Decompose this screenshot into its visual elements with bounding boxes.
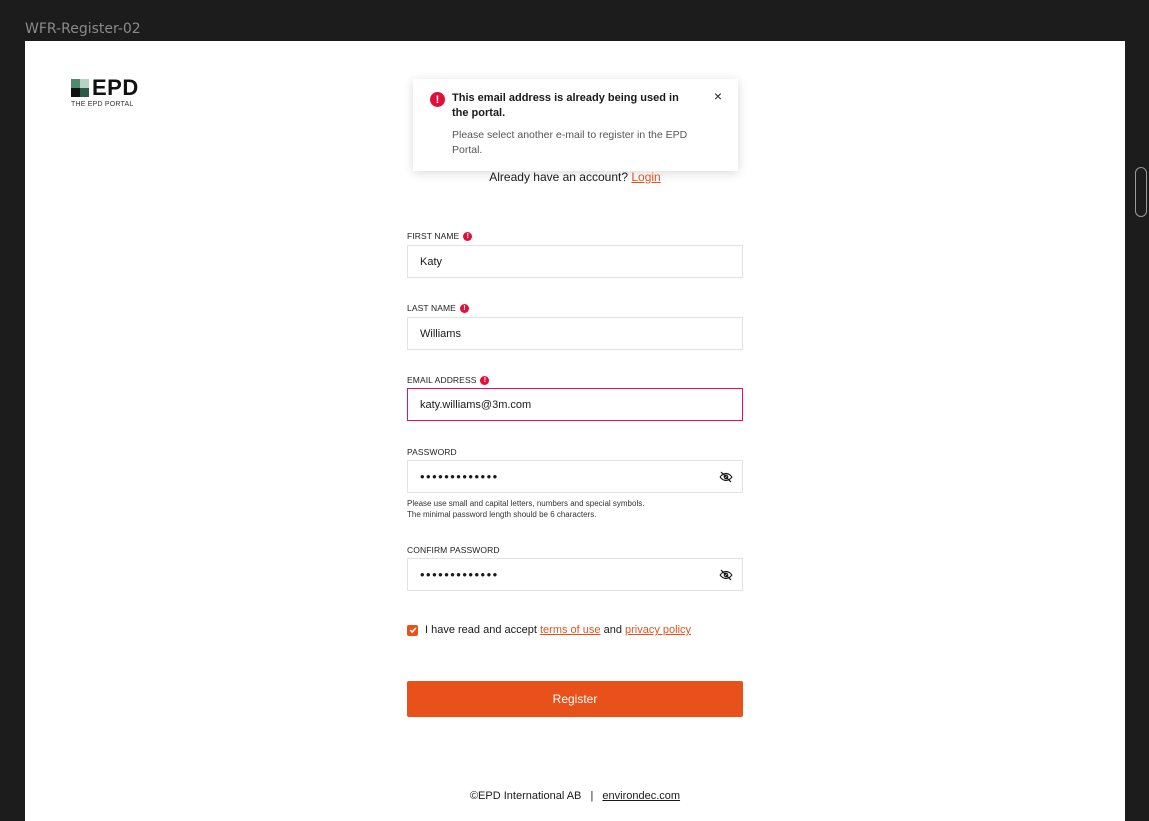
register-button[interactable]: Register: [407, 681, 743, 717]
confirm-password-input[interactable]: •••••••••••••: [407, 558, 743, 591]
eye-off-icon[interactable]: [719, 470, 733, 484]
site-link[interactable]: environdec.com: [602, 790, 680, 802]
required-icon: !: [459, 303, 469, 313]
required-icon: !: [463, 231, 473, 241]
confirm-password-label: CONFIRM PASSWORD: [407, 545, 500, 555]
email-label: EMAIL ADDRESS !: [407, 375, 490, 385]
terms-conjunction: and: [603, 624, 622, 636]
login-prompt: Already have an account? Login: [25, 170, 1125, 184]
last-name-label: LAST NAME !: [407, 303, 469, 313]
epd-logo[interactable]: EPD THE EPD PORTAL: [71, 75, 139, 108]
login-prompt-text: Already have an account?: [489, 170, 629, 184]
logo-text: EPD: [92, 75, 139, 100]
terms-of-use-link[interactable]: terms of use: [540, 624, 601, 636]
register-page: EPD THE EPD PORTAL ! This email address …: [25, 41, 1125, 821]
close-icon[interactable]: ×: [714, 89, 722, 103]
first-name-input[interactable]: Katy: [407, 245, 743, 278]
frame-label: WFR-Register-02: [25, 21, 141, 37]
password-hint: Please use small and capital letters, nu…: [407, 499, 645, 519]
scrollbar-thumb[interactable]: [1135, 167, 1147, 217]
footer: ©EPD International AB | environdec.com: [25, 790, 1125, 802]
terms-row: I have read and accept terms of use and …: [407, 624, 691, 636]
logo-mark-icon: [71, 79, 89, 97]
eye-off-icon[interactable]: [719, 568, 733, 582]
required-icon: !: [480, 375, 490, 385]
email-input[interactable]: katy.williams@3m.com: [407, 388, 743, 421]
exclamation-circle-icon: !: [430, 92, 445, 107]
password-input[interactable]: •••••••••••••: [407, 460, 743, 493]
copyright: ©EPD International AB: [469, 790, 582, 802]
error-toast: ! This email address is already being us…: [413, 79, 738, 171]
login-link[interactable]: Login: [631, 170, 660, 184]
check-icon: [409, 627, 416, 634]
password-label: PASSWORD: [407, 447, 457, 457]
last-name-input[interactable]: Williams: [407, 317, 743, 350]
footer-separator: |: [590, 790, 594, 802]
toast-title: This email address is already being used…: [452, 92, 679, 119]
terms-checkbox[interactable]: [407, 624, 418, 636]
privacy-policy-link[interactable]: privacy policy: [625, 624, 691, 636]
toast-message: Please select another e-mail to register…: [452, 129, 688, 156]
first-name-label: FIRST NAME !: [407, 231, 473, 241]
terms-text: I have read and accept: [425, 624, 537, 636]
logo-subtitle: THE EPD PORTAL: [71, 101, 134, 108]
